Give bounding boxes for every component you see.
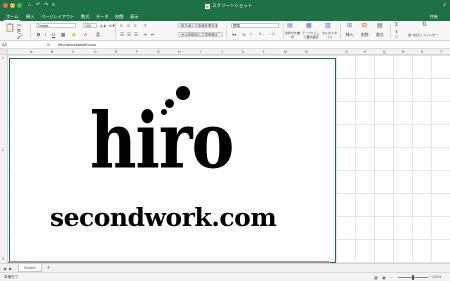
- home-icon[interactable]: ⌂: [28, 2, 31, 8]
- customize-toolbar-icon[interactable]: ≡: [52, 2, 55, 8]
- align-center-icon[interactable]: ☰: [127, 32, 131, 37]
- logo-text-hiro: hiro: [90, 96, 234, 187]
- status-bar: 準備完了 ▦ ▣ − + 100%: [0, 272, 450, 281]
- conditional-format-icon[interactable]: ▤: [287, 23, 293, 29]
- zoom-in-icon[interactable]: +: [429, 274, 431, 279]
- tab-view[interactable]: 表示: [128, 13, 140, 21]
- font-name-select[interactable]: Osaka: [36, 23, 76, 28]
- underline-icon[interactable]: U: [52, 32, 55, 37]
- search-icon[interactable]: ⌕: [443, 2, 446, 8]
- ribbon-tabs: ホーム 挿入 ページレイアウト 数式 データ 校閲 表示 共有: [0, 12, 450, 21]
- document-name: スクリーンショット: [212, 3, 253, 8]
- formula-bar: A2 fx hiro-secondwork.com: [0, 41, 450, 49]
- comma-icon[interactable]: ⁹: [250, 32, 252, 37]
- autosum-icon[interactable]: Σ: [395, 23, 398, 28]
- increase-decimal-icon[interactable]: .0→: [258, 32, 264, 37]
- excel-file-icon: X: [205, 3, 210, 9]
- align-top-icon[interactable]: ≡: [120, 23, 123, 28]
- conditional-format-label[interactable]: 条件付き書式: [284, 31, 301, 39]
- row-header[interactable]: 1: [2, 56, 4, 60]
- indent-icon[interactable]: ⇥: [143, 32, 147, 37]
- tab-page-layout[interactable]: ページレイアウト: [39, 13, 76, 21]
- format-as-table-label[interactable]: テーブルとして書式設定: [302, 31, 320, 39]
- zoom-slider-handle[interactable]: [412, 275, 414, 280]
- share-button[interactable]: 共有: [430, 13, 438, 21]
- fill-color-icon[interactable]: ◆: [72, 32, 75, 37]
- font-size-select[interactable]: 100: [83, 23, 97, 28]
- title-bar: ⌂ ↶ ↷ ≡ X スクリーンショット ⌕: [0, 0, 450, 12]
- sort-filter-icon[interactable]: ⇅: [422, 22, 427, 28]
- clear-icon[interactable]: ◇: [395, 34, 398, 39]
- phonetic-icon[interactable]: 亜: [96, 32, 100, 37]
- sort-filter-label[interactable]: 並べ替えとフィルター: [408, 33, 438, 37]
- window-title: X スクリーンショット: [205, 3, 252, 9]
- next-sheet-icon[interactable]: ▶: [9, 266, 12, 271]
- align-right-icon[interactable]: ☰: [134, 32, 138, 37]
- zoom-out-icon[interactable]: −: [390, 275, 392, 280]
- align-bottom-icon[interactable]: ≡: [134, 23, 137, 28]
- number-format-select[interactable]: 標準: [231, 23, 279, 28]
- wrap-text-button[interactable]: 折り返して全体を表示する: [178, 23, 218, 28]
- align-left-icon[interactable]: ☰: [120, 32, 124, 37]
- redo-icon[interactable]: ↷: [44, 2, 48, 8]
- add-sheet-button[interactable]: +: [47, 265, 50, 271]
- sheet-tabs-bar: ◀ ▶ Sheet1 +: [0, 263, 450, 272]
- status-text: 準備完了: [4, 275, 19, 279]
- tab-review[interactable]: 校閲: [113, 13, 125, 21]
- normal-view-icon[interactable]: ▦: [374, 275, 378, 280]
- row-headers: 1 2 3: [0, 55, 8, 263]
- logo-text-domain: secondwork.com: [50, 203, 277, 232]
- align-middle-icon[interactable]: ≡: [127, 23, 130, 28]
- percent-icon[interactable]: %: [242, 32, 246, 37]
- undo-icon[interactable]: ↶: [36, 2, 40, 8]
- excel-window: ⌂ ↶ ↷ ≡ X スクリーンショット ⌕ ホーム 挿入 ページレイアウト 数式…: [0, 0, 450, 281]
- bold-icon[interactable]: B: [37, 32, 40, 37]
- tab-formulas[interactable]: 数式: [79, 13, 91, 21]
- zoom-level[interactable]: 100%: [432, 275, 441, 279]
- cell-styles-icon[interactable]: ▥: [325, 23, 331, 29]
- paste-icon[interactable]: 📋: [5, 24, 15, 32]
- font-color-icon[interactable]: A: [84, 32, 87, 37]
- zoom-window-button[interactable]: [17, 3, 22, 8]
- insert-cells-icon[interactable]: ⊞: [347, 23, 352, 29]
- borders-icon[interactable]: ▦: [61, 32, 65, 37]
- orientation-icon[interactable]: ↗: [143, 23, 147, 28]
- tab-insert[interactable]: 挿入: [24, 13, 36, 21]
- ribbon-home: 📋 ✂ ⎘ 🖌 Osaka 100 A▲ A▼ B I U ▦ ◆ A 亜 ≡ …: [0, 21, 450, 41]
- cell-styles-label[interactable]: セルのスタイル: [321, 31, 338, 39]
- outdent-icon[interactable]: ⇤: [151, 32, 155, 37]
- tab-data[interactable]: データ: [94, 13, 111, 21]
- merge-center-button[interactable]: セルを結合して中央揃え: [178, 32, 223, 37]
- currency-icon[interactable]: ¥▾: [232, 32, 236, 37]
- prev-sheet-icon[interactable]: ◀: [3, 266, 6, 271]
- format-as-table-icon[interactable]: ▦: [306, 23, 312, 29]
- fx-icon[interactable]: fx: [47, 42, 50, 48]
- insert-cells-label[interactable]: 挿入: [346, 33, 354, 38]
- delete-cells-icon[interactable]: ⊟: [362, 23, 367, 29]
- grow-font-icon[interactable]: A▲: [100, 23, 107, 28]
- name-box[interactable]: A2: [2, 42, 32, 48]
- close-window-button[interactable]: [3, 3, 8, 8]
- row-header[interactable]: 3: [2, 257, 4, 261]
- delete-cells-label[interactable]: 削除: [361, 33, 369, 38]
- page-layout-view-icon[interactable]: ▣: [382, 275, 386, 280]
- formula-input[interactable]: hiro-secondwork.com: [58, 42, 96, 48]
- minimize-window-button[interactable]: [10, 3, 15, 8]
- tab-home[interactable]: ホーム: [4, 13, 21, 21]
- italic-icon[interactable]: I: [45, 32, 46, 37]
- worksheet-grid-columns: [336, 55, 450, 263]
- format-cells-icon[interactable]: ▤: [377, 23, 383, 29]
- format-cells-label[interactable]: 書式: [376, 33, 384, 38]
- decrease-decimal-icon[interactable]: ←.0: [268, 32, 274, 37]
- sheet-tab-sheet1[interactable]: Sheet1: [18, 264, 43, 272]
- format-painter-icon[interactable]: 🖌: [17, 35, 23, 40]
- row-header[interactable]: 2: [2, 148, 4, 152]
